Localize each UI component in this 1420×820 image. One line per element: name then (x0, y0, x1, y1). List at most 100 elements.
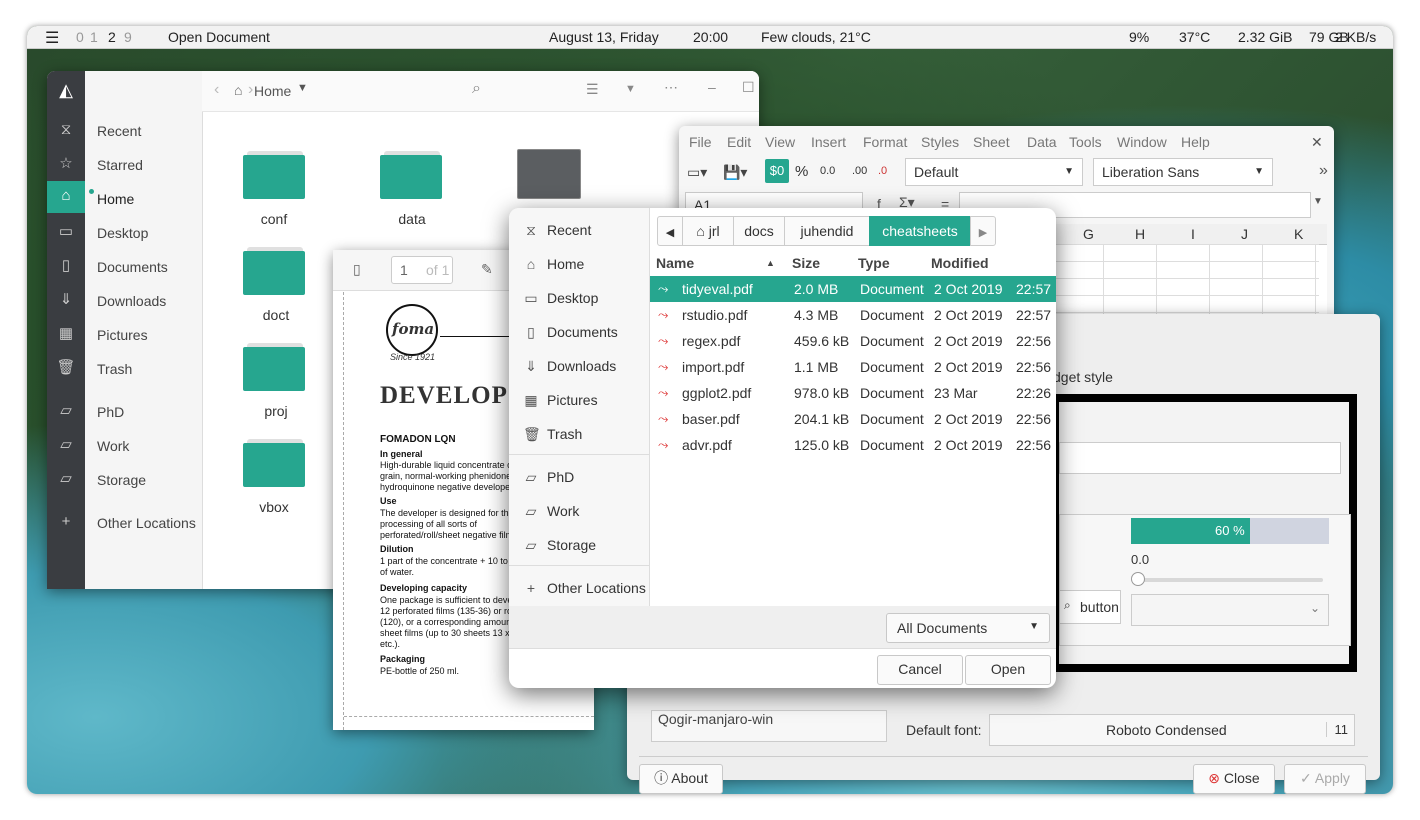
menu-data[interactable]: Data (1027, 134, 1057, 150)
location-home-icon[interactable]: ⌂ (234, 82, 242, 98)
currency-format-button[interactable]: $0 (765, 159, 789, 183)
menu-icon[interactable]: ☰ (45, 28, 59, 48)
about-button[interactable]: ⓘ About (639, 764, 723, 794)
percent-format-button[interactable]: % (795, 163, 808, 180)
style-select[interactable]: Default ▼ (905, 158, 1083, 186)
slider-track[interactable] (1139, 578, 1323, 582)
sidebar-toggle-icon[interactable]: ▯ (353, 261, 361, 278)
home-icon[interactable]: ⌂ (47, 181, 85, 213)
recent-icon[interactable]: ⧖ (47, 115, 85, 145)
preview-line-edit[interactable] (1059, 442, 1341, 474)
maximize-icon[interactable]: ☐ (742, 79, 755, 96)
sidebar-item-storage[interactable]: Storage (97, 472, 146, 488)
open-icon[interactable]: ▭▾ (687, 164, 707, 181)
sidebar-item-phd[interactable]: PhD (97, 404, 124, 420)
default-font-button[interactable]: Roboto Condensed 11 (989, 714, 1355, 746)
place-storage[interactable]: ▱ Storage (523, 537, 596, 554)
menu-styles[interactable]: Styles (921, 134, 959, 150)
slider-handle[interactable] (1131, 572, 1145, 586)
folder-icon[interactable]: ▱ (47, 430, 85, 460)
place-trash[interactable]: 🗑 Trash (523, 426, 582, 443)
download-icon[interactable]: ⇓ (47, 285, 85, 315)
column-header[interactable]: I (1191, 226, 1195, 242)
folder-doct[interactable] (243, 247, 305, 295)
column-name[interactable]: Name (656, 250, 694, 276)
save-icon[interactable]: 💾▾ (723, 164, 747, 181)
preview-button[interactable]: ⌕ button (1059, 590, 1121, 624)
chevron-down-icon[interactable]: ▼ (297, 82, 308, 94)
place-desktop[interactable]: ▭ Desktop (523, 290, 598, 307)
folder-conf[interactable] (243, 151, 305, 199)
view-options-icon[interactable]: ▼ (625, 83, 636, 95)
place-other-locations[interactable]: + Other Locations (523, 580, 646, 596)
menu-sheet[interactable]: Sheet (973, 134, 1010, 150)
column-header[interactable]: G (1083, 226, 1094, 242)
folder-proj[interactable] (243, 343, 305, 391)
sidebar-item-trash[interactable]: Trash (97, 361, 132, 377)
pictures-icon[interactable]: ▦ (47, 319, 85, 349)
place-documents[interactable]: ▯ Documents (523, 324, 618, 341)
place-recent[interactable]: ⧖ Recent (523, 222, 591, 239)
sidebar-item-starred[interactable]: Starred (97, 157, 143, 173)
workspace-1[interactable]: 1 (90, 29, 98, 45)
place-pictures[interactable]: ▦ Pictures (523, 392, 597, 409)
folder-icon[interactable]: ▱ (47, 464, 85, 494)
sidebar-item-recent[interactable]: Recent (97, 123, 141, 139)
sidebar-item-pictures[interactable]: Pictures (97, 327, 148, 343)
path-jrl[interactable]: ⌂ jrl (682, 216, 734, 246)
column-size[interactable]: Size (792, 250, 820, 276)
column-header[interactable]: K (1294, 226, 1303, 242)
file-row[interactable]: ⤳ ggplot2.pdf 978.0 kB Document 23 Mar 2… (650, 380, 1056, 406)
font-select[interactable]: Liberation Sans ▼ (1093, 158, 1273, 186)
path-docs[interactable]: docs (733, 216, 785, 246)
list-view-icon[interactable]: ☰ (586, 81, 599, 98)
plus-icon[interactable]: + (47, 507, 85, 537)
menu-format[interactable]: Format (863, 134, 907, 150)
annotate-icon[interactable]: ✎ (481, 261, 493, 278)
menu-help[interactable]: Help (1181, 134, 1210, 150)
menu-window[interactable]: Window (1117, 134, 1167, 150)
workspace-9[interactable]: 9 (124, 29, 132, 45)
column-header[interactable]: H (1135, 226, 1145, 242)
folder-desk[interactable] (517, 149, 581, 199)
file-row[interactable]: ⤳ tidyeval.pdf 2.0 MB Document 2 Oct 201… (650, 276, 1056, 302)
place-downloads[interactable]: ⇓ Downloads (523, 358, 616, 375)
column-header[interactable]: J (1241, 226, 1248, 242)
document-icon[interactable]: ▯ (47, 251, 85, 281)
workspace-0[interactable]: 0 (76, 29, 84, 45)
sidebar-item-documents[interactable]: Documents (97, 259, 168, 275)
manjaro-logo-icon[interactable]: ◭ (47, 75, 85, 105)
place-work[interactable]: ▱ Work (523, 503, 580, 520)
minimize-icon[interactable]: – (708, 79, 716, 95)
location-label[interactable]: Home (254, 83, 291, 99)
sidebar-item-home[interactable]: Home (97, 191, 134, 207)
add-decimal-button[interactable]: .00 (852, 165, 867, 177)
path-juhendid[interactable]: juhendid (784, 216, 870, 246)
number-format-button[interactable]: 0.0 (820, 165, 835, 177)
preview-combobox[interactable]: ⌄ (1131, 594, 1329, 626)
file-row[interactable]: ⤳ regex.pdf 459.6 kB Document 2 Oct 2019… (650, 328, 1056, 354)
place-phd[interactable]: ▱ PhD (523, 469, 575, 486)
forward-icon[interactable]: › (248, 81, 253, 99)
folder-icon[interactable]: ▱ (47, 396, 85, 426)
workspace-2[interactable]: 2 (108, 29, 116, 45)
delete-decimal-button[interactable]: .0 (878, 165, 887, 177)
page-entry[interactable]: 1 of 1 (391, 256, 453, 284)
sidebar-item-work[interactable]: Work (97, 438, 129, 454)
open-button[interactable]: Open (965, 655, 1051, 685)
path-back-button[interactable]: ◀ (657, 216, 683, 246)
folder-vbox[interactable] (243, 439, 305, 487)
menu-view[interactable]: View (765, 134, 795, 150)
overflow-icon[interactable]: » (1319, 162, 1328, 180)
path-forward-button[interactable]: ▶ (970, 216, 996, 246)
trash-icon[interactable]: 🗑 (47, 353, 85, 383)
apply-button[interactable]: ✓ Apply (1284, 764, 1366, 794)
desktop-icon[interactable]: ▭ (47, 217, 85, 247)
star-icon[interactable]: ☆ (47, 149, 85, 179)
sidebar-item-desktop[interactable]: Desktop (97, 225, 148, 241)
file-row[interactable]: ⤳ import.pdf 1.1 MB Document 2 Oct 2019 … (650, 354, 1056, 380)
expand-formula-icon[interactable]: ▼ (1313, 196, 1323, 207)
back-icon[interactable]: ‹ (214, 81, 219, 99)
path-cheatsheets[interactable]: cheatsheets (869, 216, 971, 246)
menu-tools[interactable]: Tools (1069, 134, 1102, 150)
